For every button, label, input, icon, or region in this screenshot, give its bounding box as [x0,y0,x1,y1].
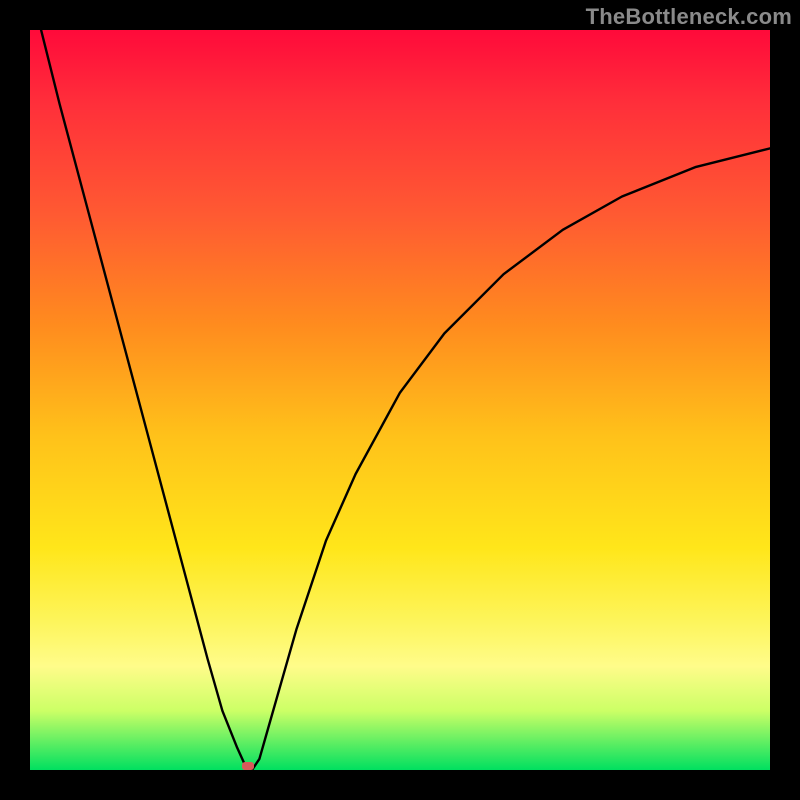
bottleneck-curve [30,30,770,770]
watermark-text: TheBottleneck.com [586,4,792,30]
plot-area [30,30,770,770]
optimum-marker [242,762,254,770]
chart-stage: TheBottleneck.com [0,0,800,800]
curve-layer [30,30,770,770]
